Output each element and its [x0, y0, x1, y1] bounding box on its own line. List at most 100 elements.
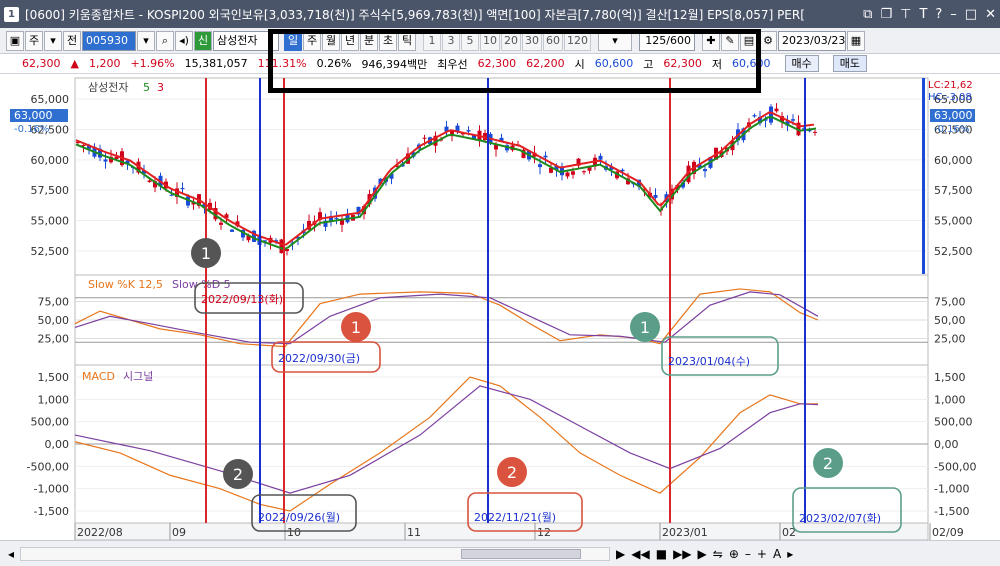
chart-scrollbar[interactable]: [20, 546, 611, 561]
close-icon[interactable]: ✕: [985, 7, 996, 22]
macd-tick-right: -1,500: [934, 505, 969, 518]
chart-tool-icon[interactable]: ⇋: [713, 547, 723, 561]
stoch-tick-right: 75,00: [934, 296, 966, 309]
interval-10[interactable]: 10: [480, 30, 500, 51]
volume-bar-blue: [922, 78, 925, 274]
stock-label: 삼성전자: [88, 81, 128, 94]
low-label: 저: [711, 57, 723, 71]
stock-code-input[interactable]: 005930: [82, 30, 136, 51]
chart-area[interactable]: 65,000 65,00062,500 62,50060,000 60,00057,5…: [0, 75, 1000, 540]
period-dropdown-icon[interactable]: ▾: [44, 30, 62, 51]
stop-icon[interactable]: ■: [656, 547, 667, 561]
step-icon[interactable]: ▶: [698, 547, 707, 561]
gear-icon[interactable]: ⚙: [759, 30, 777, 51]
add-icon[interactable]: +: [757, 547, 767, 561]
candle-body: [219, 222, 223, 225]
add-indicator-icon[interactable]: ✚: [702, 30, 720, 51]
candle-body: [279, 239, 284, 254]
forward-icon[interactable]: ▶▶: [673, 547, 691, 561]
trade-amount: 946,394백만: [361, 57, 428, 71]
tab-5[interactable]: 초: [379, 30, 397, 51]
price-tick-left: 57,500: [31, 184, 70, 197]
candle-body: [334, 217, 339, 219]
annotation-number: 2: [823, 454, 833, 473]
expand-icon[interactable]: ▸: [787, 547, 793, 561]
interval-dropdown-icon[interactable]: ▾: [598, 30, 632, 51]
tab-1[interactable]: 주: [303, 30, 321, 51]
minimize-icon[interactable]: –: [950, 7, 957, 22]
period-select[interactable]: 주: [25, 30, 43, 51]
x-label: 2023/01: [662, 526, 708, 539]
interval-1[interactable]: 1: [423, 30, 441, 51]
macd-tick-left: 0,00: [45, 438, 70, 451]
collapse-icon[interactable]: ◂: [8, 547, 14, 561]
open-value: 60,600: [594, 57, 634, 70]
zoom-in-icon[interactable]: ⊕: [729, 547, 739, 561]
lc-label: LC:21,62: [928, 80, 973, 91]
interval-3[interactable]: 3: [442, 30, 460, 51]
interval-120[interactable]: 120: [564, 30, 591, 51]
sell-button[interactable]: 매도: [832, 55, 868, 72]
stoch-tick-right: 25,00: [934, 333, 966, 346]
interval-30[interactable]: 30: [522, 30, 542, 51]
tools-icon[interactable]: ✎: [721, 30, 739, 51]
high-value: 62,300: [663, 57, 702, 70]
interval-20[interactable]: 20: [501, 30, 521, 51]
prev-button[interactable]: 전: [63, 30, 81, 51]
x-label: 10: [287, 526, 301, 539]
tab-6[interactable]: 틱: [398, 30, 416, 51]
interval-60[interactable]: 60: [543, 30, 563, 51]
buy-button[interactable]: 매수: [784, 55, 819, 72]
x-label: 11: [407, 526, 421, 539]
copy-icon[interactable]: ❐: [880, 7, 892, 22]
candle-body: [180, 187, 185, 190]
tab-0[interactable]: 일: [284, 30, 302, 51]
count-input[interactable]: 125/600: [639, 30, 695, 51]
text-tool-icon[interactable]: A: [773, 547, 781, 561]
current-pct-left: -0.16%: [14, 124, 49, 135]
window-title: [0600] 키움종합차트 - KOSPI200 외국인보유[3,033,718…: [25, 7, 805, 22]
sound-icon[interactable]: ◂): [175, 30, 193, 51]
candle-body: [571, 171, 575, 175]
interval-5[interactable]: 5: [461, 30, 479, 51]
candle-body: [813, 131, 817, 133]
stoch-tick-left: 50,00: [38, 314, 70, 327]
macd-tick-left: 1,500: [38, 371, 70, 384]
stock-name[interactable]: 삼성전자: [213, 30, 279, 51]
macd-tick-right: -500,00: [934, 460, 976, 473]
maximize-icon[interactable]: □: [965, 7, 977, 22]
calendar-icon[interactable]: ▦: [847, 30, 865, 51]
zoom-out-icon[interactable]: –: [745, 547, 751, 561]
link-icon[interactable]: ⧉: [863, 7, 872, 22]
low-value: 60,600: [732, 57, 771, 70]
layout-icon[interactable]: ▣: [6, 30, 24, 51]
tab-3[interactable]: 년: [341, 30, 359, 51]
candle-body: [103, 159, 108, 162]
annotation-date: 2022/09/30(금): [278, 352, 360, 365]
tab-2[interactable]: 월: [322, 30, 340, 51]
pin-icon[interactable]: ⊤: [900, 7, 911, 22]
candle-body: [538, 164, 542, 168]
rewind-icon[interactable]: ◀◀: [631, 547, 649, 561]
text-icon[interactable]: T: [919, 7, 927, 22]
play-icon[interactable]: ▶: [616, 547, 625, 561]
scroll-thumb[interactable]: [461, 548, 582, 559]
help-icon[interactable]: ?: [935, 7, 942, 22]
annotation-date: 2022/11/21(월): [474, 511, 556, 524]
annotation-number: 2: [507, 463, 517, 482]
x-label: 2022/08: [77, 526, 123, 539]
price-tick-left: 55,000: [31, 215, 70, 228]
candle-body: [598, 155, 603, 160]
price-tick-right: 55,000: [934, 215, 973, 228]
tab-4[interactable]: 분: [360, 30, 378, 51]
annotation-number: 1: [640, 318, 650, 337]
search-icon[interactable]: ⌕: [156, 30, 174, 51]
change-arrow: ▲: [70, 57, 79, 70]
save-icon[interactable]: ▤: [740, 30, 758, 51]
macd-tick-right: 500,00: [934, 416, 973, 429]
date-input[interactable]: 2023/03/23: [778, 30, 846, 51]
annotation-number: 2: [233, 465, 243, 484]
code-dropdown-icon[interactable]: ▾: [137, 30, 155, 51]
annotation-date: 2022/09/26(월): [258, 511, 340, 524]
candle-body: [466, 130, 471, 132]
